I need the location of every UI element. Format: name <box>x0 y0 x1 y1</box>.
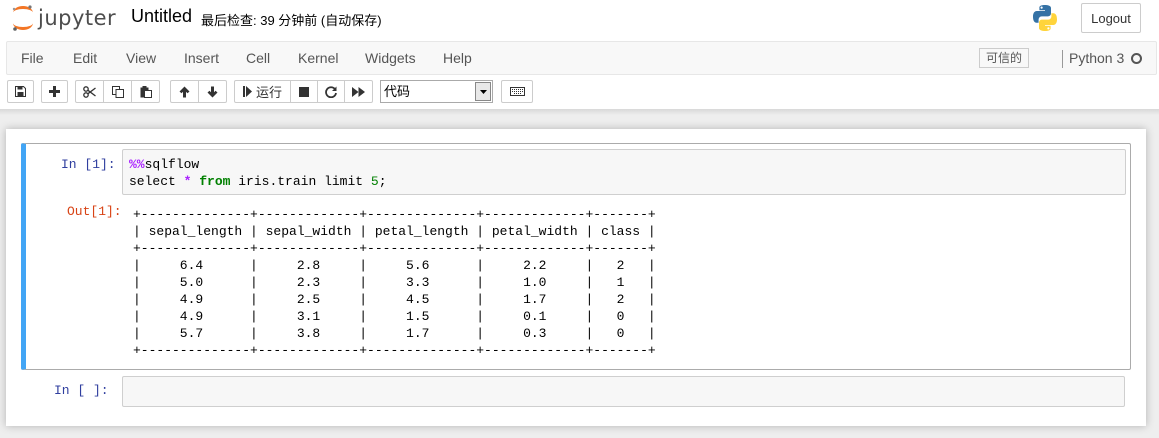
magic-prefix: %% <box>129 157 145 172</box>
run-label: 运行 <box>255 85 282 100</box>
interrupt-button[interactable] <box>290 80 318 103</box>
toolbar-move-group <box>170 80 227 103</box>
input-prompt-empty: In [ ]: <box>54 383 109 398</box>
code-token-keyword: from <box>199 174 231 189</box>
stop-icon <box>299 86 309 97</box>
kernel-divider <box>1062 50 1063 68</box>
toolbar-insert-group <box>41 80 68 103</box>
move-up-button[interactable] <box>170 80 199 103</box>
menu-file[interactable]: File <box>21 42 44 74</box>
cell-type-select[interactable]: 代码 <box>380 80 493 103</box>
header: jupyter Untitled 最后检查: 39 分钟前 (自动保存) Log… <box>0 0 1159 109</box>
jupyter-logo-icon <box>12 5 33 31</box>
code-cell-selected[interactable]: In [1]: %%sqlflow select * from iris.tra… <box>21 143 1131 370</box>
toolbar-edit-group <box>75 80 160 103</box>
code-token: iris.train limit <box>230 174 371 189</box>
menu-widgets[interactable]: Widgets <box>365 42 416 74</box>
menu-view[interactable]: View <box>126 42 156 74</box>
code-editor-empty[interactable] <box>122 376 1125 407</box>
keyboard-icon <box>509 87 525 96</box>
menu-edit[interactable]: Edit <box>73 42 97 74</box>
code-token: select <box>129 174 184 189</box>
jupyter-logo[interactable]: jupyter <box>10 4 116 32</box>
save-button[interactable] <box>7 80 34 103</box>
plus-icon <box>49 86 60 97</box>
cell-type-value: 代码 <box>384 84 411 99</box>
cut-icon <box>83 85 96 98</box>
insert-cell-button[interactable] <box>41 80 68 103</box>
restart-button[interactable] <box>317 80 345 103</box>
trusted-indicator[interactable]: 可信的 <box>979 48 1030 68</box>
output-prompt: Out[1]: <box>67 204 122 219</box>
menu-cell[interactable]: Cell <box>246 42 270 74</box>
arrow-up-icon <box>179 86 190 97</box>
run-button[interactable]: 运行 <box>234 80 291 103</box>
notebook-title[interactable]: Untitled <box>131 6 192 27</box>
code-cell-empty[interactable]: In [ ]: <box>21 373 1131 409</box>
code-token: ; <box>378 174 387 189</box>
chevron-down-icon[interactable] <box>475 82 491 101</box>
code-token-number: 5 <box>370 174 379 189</box>
code-editor[interactable]: %%sqlflow select * from iris.train limit… <box>122 149 1126 195</box>
step-forward-icon <box>242 86 252 97</box>
restart-run-all-button[interactable] <box>344 80 373 103</box>
arrow-down-icon <box>207 86 218 97</box>
move-down-button[interactable] <box>198 80 227 103</box>
restart-icon <box>325 85 337 98</box>
python-logo-icon <box>1033 5 1057 31</box>
cut-button[interactable] <box>75 80 104 103</box>
magic-name: sqlflow <box>144 157 200 172</box>
copy-icon <box>111 85 124 98</box>
save-status: 最后检查: 39 分钟前 (自动保存) <box>201 13 382 28</box>
menu-help[interactable]: Help <box>443 42 472 74</box>
copy-button[interactable] <box>103 80 132 103</box>
paste-button[interactable] <box>131 80 160 103</box>
header-shadow <box>0 109 1159 115</box>
menu-kernel[interactable]: Kernel <box>298 42 338 74</box>
paste-icon <box>140 85 152 98</box>
fast-forward-icon <box>352 86 365 97</box>
notebook-container: In [1]: %%sqlflow select * from iris.tra… <box>6 129 1146 426</box>
logout-button[interactable]: Logout <box>1081 3 1141 33</box>
menubar: File Edit View Insert Cell Kernel Widget… <box>6 41 1157 75</box>
output-table: +--------------+-------------+----------… <box>133 207 656 358</box>
save-icon <box>15 86 26 97</box>
kernel-idle-icon <box>1131 53 1142 64</box>
toolbar-run-group: 运行 <box>234 80 373 103</box>
kernel-name: Python 3 <box>1069 50 1125 66</box>
menu-insert[interactable]: Insert <box>184 42 219 74</box>
command-palette-button[interactable] <box>501 80 533 103</box>
input-prompt: In [1]: <box>61 157 116 172</box>
logo-text: jupyter <box>38 6 117 30</box>
toolbar-save-group <box>7 80 34 103</box>
toolbar-keyboard-group <box>501 80 533 103</box>
